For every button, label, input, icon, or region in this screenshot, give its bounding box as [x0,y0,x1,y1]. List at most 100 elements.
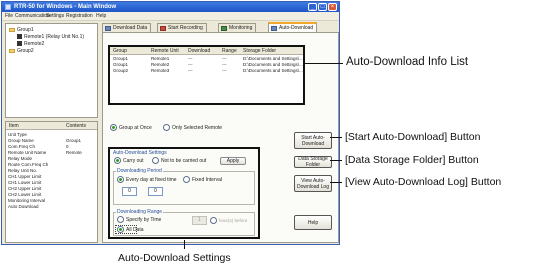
all-data-radio[interactable]: All Data [117,226,144,234]
menu-registration[interactable]: Registration [66,13,93,20]
apply-button[interactable]: Apply [220,157,246,165]
callout-view-auto-download-log: [View Auto-Download Log] Button [345,176,502,188]
property-name: CH2 Lower Limit [8,192,42,197]
specify-by-time-radio[interactable]: Specify by Time [117,216,161,224]
view-auto-download-log-button[interactable]: View Auto-Download Log [294,175,332,192]
column-header-contents: Contents [66,123,87,129]
auto-download-settings: Auto-Download Settings Carry out Not to … [108,147,260,239]
property-row: Auto Download [8,204,96,210]
property-name: CH1 Lower Limit [8,180,42,185]
properties-header: Item Contents [6,122,97,130]
cell-group: Group2 [113,68,129,73]
cell-download: --- [188,68,193,73]
group-tree[interactable]: Group1 Remote1 (Relay Unit No.1) Remote2… [5,23,98,118]
hours-before-input[interactable]: 1 [192,216,207,225]
tab-label: Download Data [113,25,148,31]
menu-communication[interactable]: Communication [15,13,50,20]
tree-item-remote1[interactable]: Remote1 (Relay Unit No.1) [17,34,84,40]
close-button[interactable]: × [328,3,337,11]
main-window: RTR-50 for Windows - Main Window _ □ × F… [1,1,340,245]
property-name: Relay Mode [8,156,33,161]
properties-table: Item Contents Unit Type Group Name Group1… [5,121,98,243]
app-icon [5,4,11,10]
callout-info-list: Auto-Download Info List [346,56,469,68]
every-day-radio[interactable]: Every day at fixed time [117,176,177,184]
settings-title: Auto-Download Settings [113,150,167,156]
property-name: Com.Freq Ch [8,144,36,149]
property-name: CH2 Upper Limit [8,186,42,191]
only-selected-remote-radio[interactable]: Only Selected Remote [163,124,222,132]
folder-icon [9,27,15,32]
tree-item-remote2[interactable]: Remote2 [17,41,44,47]
list-row[interactable]: Group2 Remote3 --- --- D:\Documents and … [110,68,303,74]
start-auto-download-button[interactable]: Start Auto-Download [294,132,332,149]
property-name: Monitoring Interval [8,198,46,203]
cell-storage-folder: D:\Documents and Settings\... [243,68,303,73]
title-bar[interactable]: RTR-50 for Windows - Main Window _ □ × [2,2,339,12]
button-label: View Auto-Download Log [297,177,329,190]
menu-settings[interactable]: Settings [46,13,64,20]
column-header-storage-folder[interactable]: Storage Folder [243,48,276,54]
list-header: Group Remote Unit Download Range Storage… [110,47,303,55]
callout-line-storage [330,160,342,161]
property-name: Remote Unit Name [8,150,47,155]
callout-line-start [330,137,342,138]
callout-data-storage-folder: [Data Storage Folder] Button [345,154,479,166]
menu-help[interactable]: Help [96,13,106,20]
period-title: Downloading Period [116,168,163,174]
property-name: Group Name [8,138,34,143]
hours-before-label: hour(s) before [210,217,247,224]
property-name: CH1 Upper Limit [8,174,42,179]
tree-item-label: Group1 [17,27,34,33]
tab-monitoring[interactable]: Monitoring [218,23,257,32]
cell-remote-unit: Remote3 [151,68,170,73]
help-button[interactable]: Help [294,215,332,230]
menu-file[interactable]: File [5,13,13,20]
property-name: Unit Type [8,132,27,137]
fixed-interval-radio[interactable]: Fixed Interval [183,176,222,184]
tab-auto-download[interactable]: Auto-Download [268,22,318,32]
tab-download-data[interactable]: Download Data [102,23,152,32]
callout-line-settings [184,240,185,249]
not-carry-out-radio[interactable]: Not to be carried out [152,157,206,165]
callout-line-info-list [303,63,343,64]
minimize-button[interactable]: _ [308,3,317,11]
range-title: Downloading Range [116,209,164,215]
menu-bar: File Communication Settings Registration… [2,12,339,21]
monitor-icon [221,26,227,31]
group-at-once-radio[interactable]: Group at Once [110,124,152,132]
tab-strip: Download Data Start Recording Monitoring… [102,22,339,32]
download-icon [105,26,111,31]
button-label: Data Storage Folder [298,156,328,168]
callout-auto-download-settings: Auto-Download Settings [118,252,231,264]
maximize-button[interactable]: □ [318,3,327,11]
property-name: Relay Unit No. [8,168,38,173]
record-icon [160,26,166,31]
tab-label: Auto-Download [279,25,314,31]
auto-download-info-list[interactable]: Group Remote Unit Download Range Storage… [108,45,305,105]
column-header-remote-unit[interactable]: Remote Unit [151,48,179,54]
tab-label: Start Recording [168,25,203,31]
button-label: Start Auto-Download [301,134,325,147]
column-header-download[interactable]: Download [188,48,210,54]
tab-start-recording[interactable]: Start Recording [157,23,207,32]
column-header-item: Item [9,123,19,129]
remote-unit-icon [17,34,22,40]
tree-item-group1[interactable]: Group1 [9,27,34,33]
remote-unit-icon [17,41,22,47]
callout-start-auto-download: [Start Auto-Download] Button [345,131,481,143]
carry-out-radio[interactable]: Carry out [114,157,144,165]
hour-input[interactable]: 0 [122,187,137,196]
folder-icon [9,48,15,53]
callout-line-log [330,182,342,183]
minute-input[interactable]: 0 [148,187,163,196]
tree-item-label: Group2 [17,48,34,54]
column-header-group[interactable]: Group [113,48,127,54]
property-name: Auto Download [8,204,39,209]
tree-item-label: Remote2 [24,41,45,47]
data-storage-folder-button[interactable]: Data Storage Folder [294,156,332,168]
tree-item-label: Remote1 (Relay Unit No.1) [24,34,85,40]
column-header-range[interactable]: Range [222,48,237,54]
property-name: Route Com.Freq Ch [8,162,49,167]
tree-item-group2[interactable]: Group2 [9,48,34,54]
